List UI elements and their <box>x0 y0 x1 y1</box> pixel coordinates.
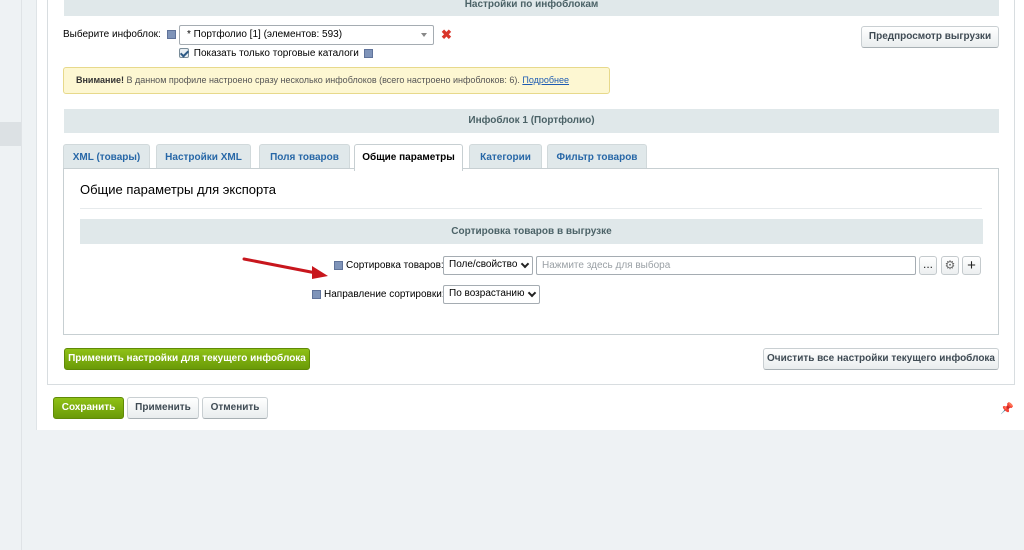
divider <box>80 208 982 209</box>
settings-panel: Настройки по инфоблокам Выберите инфобло… <box>47 0 1015 385</box>
only-catalogs-row[interactable]: Показать только торговые каталоги <box>179 48 373 59</box>
apply-button[interactable]: Применить <box>127 397 199 419</box>
chevron-down-icon <box>520 259 530 269</box>
pin-icon[interactable]: 📌 <box>1000 402 1014 415</box>
iblock-select-value: * Портфолио [1] (элементов: 593) <box>187 29 343 40</box>
help-icon[interactable] <box>363 48 373 58</box>
tab-goods-filter[interactable]: Фильтр товаров <box>547 144 647 169</box>
preview-export-button[interactable]: Предпросмотр выгрузки <box>861 26 999 48</box>
chevron-down-icon <box>527 288 537 298</box>
page-title: Общие параметры для экспорта <box>80 182 277 197</box>
add-sort-button[interactable]: + <box>962 256 981 275</box>
iblock-section-header: Инфоблок 1 (Портфолио) <box>64 109 999 133</box>
sort-direction-label: Направление сортировки: <box>312 289 445 300</box>
general-params-body: Общие параметры для экспорта Сортировка … <box>63 168 999 335</box>
iblock-select-label: Выберите инфоблок: <box>63 29 176 40</box>
left-rail-marker <box>0 122 21 146</box>
tab-xml-goods[interactable]: XML (товары) <box>63 144 150 169</box>
cancel-button[interactable]: Отменить <box>202 397 268 419</box>
help-icon[interactable] <box>166 29 176 39</box>
chevron-down-icon <box>421 33 427 37</box>
clear-iblock-icon[interactable]: ✖ <box>441 27 452 43</box>
save-button[interactable]: Сохранить <box>53 397 124 419</box>
sort-field-picker-input[interactable]: Нажмите здесь для выбора <box>536 256 916 275</box>
warning-notice: Внимание! В данном профиле настроено сра… <box>63 67 610 94</box>
tab-xml-settings[interactable]: Настройки XML <box>156 144 251 169</box>
help-icon[interactable] <box>312 289 321 299</box>
sort-field-type-select[interactable]: Поле/свойство <box>443 256 533 275</box>
tab-goods-fields[interactable]: Поля товаров <box>259 144 350 169</box>
gear-icon[interactable]: ⚙ <box>941 256 959 275</box>
sort-direction-value: По возрастанию <box>449 288 525 299</box>
sort-field-type-value: Поле/свойство <box>449 259 518 270</box>
iblock-select[interactable]: * Портфолио [1] (элементов: 593) <box>179 25 434 45</box>
sort-direction-select[interactable]: По возрастанию <box>443 285 540 304</box>
only-catalogs-checkbox[interactable] <box>179 48 189 59</box>
help-icon[interactable] <box>334 260 343 270</box>
annotation-arrow-icon <box>242 257 328 279</box>
iblock-settings-header: Настройки по инфоблокам <box>64 0 999 16</box>
sorting-section-header: Сортировка товаров в выгрузке <box>80 219 983 244</box>
clear-iblock-settings-button[interactable]: Очистить все настройки текущего инфоблок… <box>763 348 999 370</box>
warning-title: Внимание! <box>76 75 124 85</box>
sort-field-label: Сортировка товаров: <box>334 260 444 271</box>
warning-more-link[interactable]: Подробнее <box>522 75 569 85</box>
more-options-button[interactable]: ... <box>919 256 937 275</box>
work-area: Настройки по инфоблокам Выберите инфобло… <box>36 0 1024 430</box>
tab-categories[interactable]: Категории <box>469 144 542 169</box>
only-catalogs-label: Показать только торговые каталоги <box>193 48 359 59</box>
left-rail <box>0 0 22 550</box>
warning-text: В данном профиле настроено сразу несколь… <box>123 75 523 85</box>
apply-iblock-settings-button[interactable]: Применить настройки для текущего инфобло… <box>64 348 310 370</box>
tab-general-params[interactable]: Общие параметры <box>354 144 463 171</box>
